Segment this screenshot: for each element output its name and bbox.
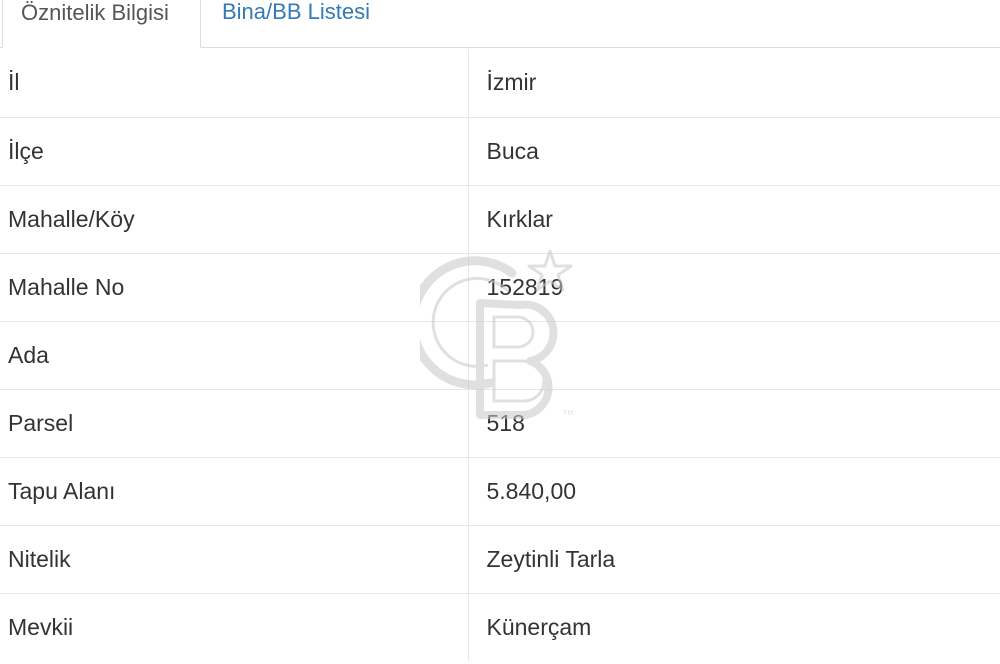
attribute-key: İlçe (0, 116, 469, 185)
attribute-value: 518 (468, 388, 1000, 457)
attribute-value: Künerçam (468, 592, 1000, 661)
attribute-value: Kırklar (468, 184, 1000, 253)
table-row: Mahalle No 152819 (0, 252, 1000, 321)
attribute-key: Mevkii (0, 592, 469, 661)
table-row: İl İzmir (0, 49, 1000, 117)
attribute-value: İzmir (486, 69, 537, 96)
attribute-value: Buca (468, 116, 1000, 185)
attribute-table: İl İzmir İlçe Buca Mahalle/Köy Kırklar M… (0, 49, 1000, 661)
attribute-key: İl (0, 49, 469, 117)
attribute-key: Mahalle/Köy (0, 184, 469, 253)
attribute-value: Zeytinli Tarla (468, 524, 1000, 593)
tab-oznitelik-bilgisi[interactable]: Öznitelik Bilgisi (2, 0, 201, 48)
attribute-key: Parsel (0, 388, 469, 457)
tab-bar: Öznitelik Bilgisi Bina/BB Listesi (0, 0, 1000, 48)
attribute-key: Tapu Alanı (0, 456, 469, 525)
table-row: Mahalle/Köy Kırklar (0, 184, 1000, 253)
attribute-value (468, 320, 1000, 389)
table-row: İlçe Buca (0, 116, 1000, 185)
table-row: Tapu Alanı 5.840,00 (0, 456, 1000, 525)
attribute-value: 5.840,00 (468, 456, 1000, 525)
attribute-key: Ada (0, 320, 469, 389)
tab-bina-bb-listesi[interactable]: Bina/BB Listesi (204, 0, 388, 48)
attribute-panel: Öznitelik Bilgisi Bina/BB Listesi İl İzm… (0, 0, 1000, 664)
table-row: Mevkii Künerçam (0, 592, 1000, 661)
table-row: Ada (0, 320, 1000, 389)
table-row: Parsel 518 (0, 388, 1000, 457)
attribute-key: Nitelik (0, 524, 469, 593)
attribute-key: Mahalle No (0, 252, 469, 321)
table-row: Nitelik Zeytinli Tarla (0, 524, 1000, 593)
attribute-value: 152819 (468, 252, 1000, 321)
